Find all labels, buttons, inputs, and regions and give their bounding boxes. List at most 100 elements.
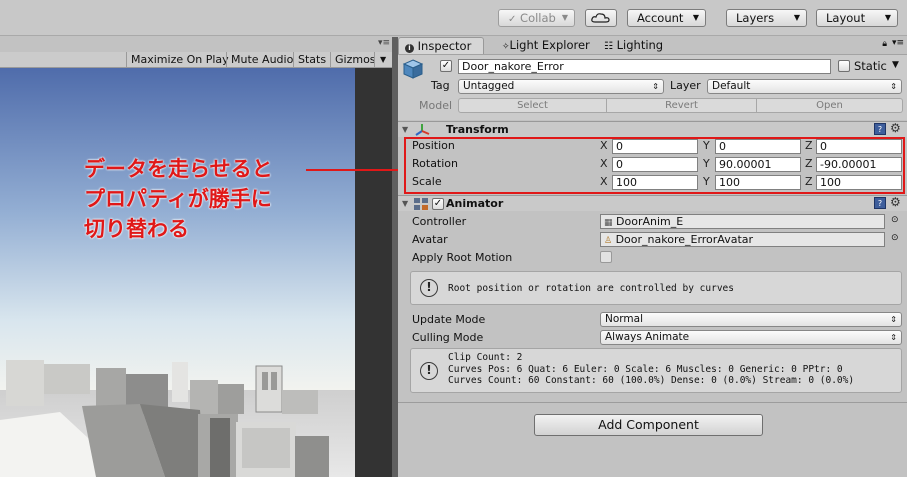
- animator-controller-icon: ▦: [604, 218, 613, 228]
- stats-toggle[interactable]: Stats: [293, 52, 330, 68]
- add-component-button[interactable]: Add Component: [534, 414, 763, 436]
- transform-header[interactable]: ▼ Transform ? ⚙: [398, 121, 907, 137]
- tab-lighting[interactable]: ☷ Lighting: [604, 37, 663, 54]
- transform-axes-icon: [415, 124, 430, 136]
- object-name-field[interactable]: Door_nakore_Error: [458, 59, 831, 74]
- layer-label: Layer: [670, 79, 701, 92]
- static-dropdown-arrow[interactable]: ▼: [892, 60, 899, 70]
- maximize-on-play-toggle[interactable]: Maximize On Play: [126, 52, 233, 68]
- collab-label: Collab: [520, 11, 556, 25]
- chevron-updown-icon: ⇕: [890, 315, 897, 324]
- animator-header[interactable]: ▼ ✓ Animator ? ⚙: [398, 195, 907, 211]
- avatar-value: Door_nakore_ErrorAvatar: [615, 233, 754, 246]
- gizmos-toggle[interactable]: Gizmos: [330, 52, 380, 68]
- gear-icon[interactable]: ⚙: [890, 121, 901, 135]
- panel-menu-icon[interactable]: ▾≡: [892, 38, 904, 48]
- collab-button[interactable]: ✓ Collab ▼: [498, 9, 575, 27]
- main-toolbar: ✓ Collab ▼ Account ▼ Layers ▼ Layout ▼: [0, 0, 907, 36]
- object-picker-icon[interactable]: ⊙: [891, 233, 899, 243]
- chevron-down-icon: ▼: [793, 13, 800, 22]
- foldout-arrow-icon: ▼: [402, 125, 409, 134]
- clip-info-line: Curves Count: 60 Constant: 60 (100.0%) D…: [448, 375, 855, 386]
- add-component-label: Add Component: [598, 417, 699, 432]
- static-checkbox[interactable]: [838, 60, 850, 72]
- clip-info-text: Clip Count: 2 Curves Pos: 6 Quat: 6 Eule…: [448, 352, 854, 387]
- game-view-toolbar: Maximize On Play Mute Audio Stats Gizmos…: [0, 52, 392, 68]
- chevron-updown-icon: ⇕: [890, 82, 897, 91]
- layers-label: Layers: [736, 11, 775, 25]
- layers-dropdown[interactable]: Layers ▼: [726, 9, 807, 27]
- update-mode-label: Update Mode: [412, 313, 486, 326]
- controller-value: DoorAnim_E: [616, 215, 684, 228]
- update-mode-dropdown[interactable]: Normal ⇕: [600, 312, 902, 327]
- static-label: Static: [854, 59, 887, 73]
- foldout-arrow-icon: ▼: [402, 199, 409, 208]
- cloud-button[interactable]: [585, 9, 617, 27]
- animator-title: Animator: [446, 197, 504, 210]
- update-mode-value: Normal: [605, 313, 643, 325]
- apply-root-motion-label: Apply Root Motion: [412, 251, 513, 264]
- tag-dropdown[interactable]: Untagged ⇕: [458, 79, 664, 94]
- inspector-panel: i Inspector ✧Light Explorer ☷ Lighting 🔒…: [398, 37, 907, 477]
- avatar-icon: ♙: [604, 236, 613, 246]
- annotation-line-3: 切り替わる: [84, 217, 189, 241]
- layer-dropdown[interactable]: Default ⇕: [707, 79, 902, 94]
- tab-inspector[interactable]: i Inspector: [398, 37, 485, 54]
- animator-enabled-checkbox[interactable]: ✓: [432, 198, 444, 210]
- tab-menu-icon[interactable]: ▾≡: [378, 38, 390, 48]
- lighting-icon: ☷: [604, 41, 613, 52]
- help-book-icon[interactable]: ?: [874, 197, 886, 209]
- culling-mode-label: Culling Mode: [412, 331, 484, 344]
- info-icon: i: [405, 44, 414, 53]
- lock-icon[interactable]: 🔒︎: [882, 39, 887, 49]
- game-viewport[interactable]: [0, 68, 392, 477]
- annotation-line-1: データを走らせると: [84, 157, 273, 181]
- culling-mode-dropdown[interactable]: Always Animate ⇕: [600, 330, 902, 345]
- controller-label: Controller: [412, 215, 467, 228]
- controller-field[interactable]: ▦ DoorAnim_E: [600, 214, 885, 229]
- annotation-callout: データを走らせると プロパティが勝手に 切り替わる: [84, 154, 324, 244]
- help-book-icon[interactable]: ?: [874, 123, 886, 135]
- layer-value: Default: [712, 80, 751, 92]
- object-header: ✓ Door_nakore_Error Static ▼ Tag Untagge…: [398, 54, 907, 120]
- object-picker-icon[interactable]: ⊙: [891, 215, 899, 225]
- gizmos-dropdown[interactable]: ▼: [374, 52, 392, 68]
- check-icon: ✓: [508, 14, 517, 25]
- mute-audio-toggle[interactable]: Mute Audio: [226, 52, 297, 68]
- apply-root-motion-checkbox[interactable]: [600, 251, 612, 263]
- clip-info-line: Clip Count: 2: [448, 352, 523, 363]
- gameobject-cube-icon: [402, 59, 424, 79]
- clip-info-line: Curves Pos: 6 Quat: 6 Euler: 0 Scale: 6 …: [448, 363, 843, 375]
- model-label: Model: [419, 99, 453, 112]
- tab-light-explorer[interactable]: ✧Light Explorer: [502, 37, 590, 54]
- gear-icon[interactable]: ⚙: [890, 195, 901, 209]
- account-dropdown[interactable]: Account ▼: [627, 9, 706, 27]
- layout-dropdown[interactable]: Layout ▼: [816, 9, 898, 27]
- cloud-icon: [591, 13, 610, 23]
- account-label: Account: [637, 11, 684, 25]
- annotation-line-2: プロパティが勝手に: [84, 187, 272, 211]
- section-divider: [398, 402, 907, 403]
- root-motion-info-box: ! Root position or rotation are controll…: [410, 271, 902, 305]
- model-revert-button[interactable]: Revert: [607, 98, 757, 113]
- transform-highlight-box: [404, 137, 905, 194]
- model-select-button[interactable]: Select: [458, 98, 607, 113]
- object-active-checkbox[interactable]: ✓: [440, 60, 452, 72]
- avatar-label: Avatar: [412, 233, 448, 246]
- avatar-field[interactable]: ♙ Door_nakore_ErrorAvatar: [600, 232, 885, 247]
- chevron-down-icon: ▼: [561, 13, 568, 22]
- chevron-down-icon: ▼: [884, 13, 891, 22]
- layout-label: Layout: [826, 11, 866, 25]
- info-exclamation-icon: !: [420, 279, 438, 297]
- info-exclamation-icon: !: [420, 362, 438, 380]
- model-open-button[interactable]: Open: [757, 98, 903, 113]
- tab-light-explorer-label: Light Explorer: [509, 38, 590, 52]
- chevron-updown-icon: ⇕: [890, 333, 897, 342]
- culling-mode-value: Always Animate: [605, 331, 690, 343]
- annotation-pointer-line: [306, 169, 403, 171]
- chevron-down-icon: ▼: [692, 13, 699, 22]
- animator-icon: [414, 198, 428, 210]
- tag-value: Untagged: [463, 80, 515, 92]
- tab-inspector-label: Inspector: [417, 39, 472, 53]
- scene-render: [0, 68, 392, 477]
